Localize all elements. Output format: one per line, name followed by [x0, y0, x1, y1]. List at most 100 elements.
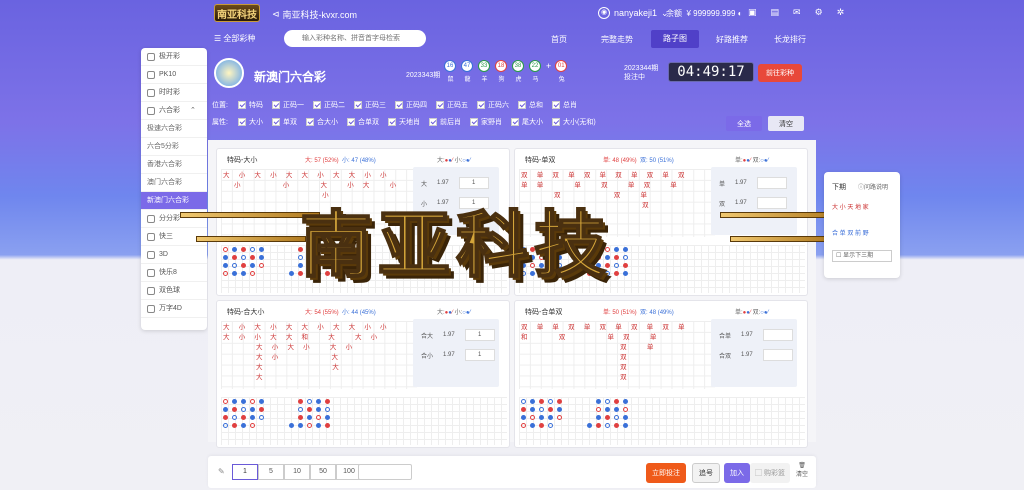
wallet-icon[interactable]: ▣ [748, 7, 757, 18]
bet-amount-input[interactable] [756, 177, 787, 189]
road-mark [521, 415, 526, 420]
clear-filter-button[interactable]: 清空 [768, 116, 804, 131]
sidebar-item-new-macau-mark6[interactable]: 新澳门六合彩 [141, 192, 207, 210]
eye-icon[interactable]: ◐ [738, 9, 743, 18]
attr-checkbox[interactable]: 合大小 [306, 117, 338, 127]
sidebar-item-hk-mark6[interactable]: 香港六合彩 [141, 156, 207, 174]
basket-button[interactable]: ▢ 购彩篮 [750, 463, 790, 483]
attr-checkbox[interactable]: 天地肖 [388, 117, 420, 127]
attr-checkbox[interactable]: 尾大小 [511, 117, 543, 127]
nav-good-road[interactable]: 好路推荐 [716, 34, 748, 45]
multiplier-option[interactable]: 50 [310, 464, 336, 480]
checkbox-icon [552, 118, 560, 126]
bet-amount-input[interactable] [762, 329, 793, 341]
bet-now-button[interactable]: 立即投注 [646, 463, 686, 483]
pos-checkbox[interactable]: 特码 [238, 100, 263, 110]
sidebar-item-ssq[interactable]: 双色球 [141, 282, 207, 300]
bet-amount-input[interactable]: 1 [464, 349, 495, 361]
result-ball: 47 龍 [461, 60, 474, 83]
pos-checkbox[interactable]: 正码五 [436, 100, 468, 110]
attr-checkbox[interactable]: 家野肖 [470, 117, 502, 127]
clock-icon [147, 88, 155, 97]
nav-trend[interactable]: 完整走势 [601, 34, 633, 45]
trash-icon: 🗑 [798, 463, 806, 469]
attr-checkbox[interactable]: 单双 [272, 117, 297, 127]
pos-checkbox[interactable]: 正码一 [272, 100, 304, 110]
road-mark [623, 407, 628, 412]
multiplier-option[interactable]: 1 [232, 464, 258, 480]
road-mark [259, 399, 264, 404]
add-button[interactable]: 加入 [724, 463, 750, 483]
attr-checkbox[interactable]: 大小(无和) [552, 117, 596, 127]
multiplier-input[interactable] [358, 464, 412, 480]
cart-icon: ▢ [755, 470, 763, 477]
nav-long-dragon[interactable]: 长龙排行 [774, 34, 806, 45]
road-mark [259, 407, 264, 412]
sidebar-item-4d[interactable]: 万字4D [141, 300, 207, 318]
sidebar-item-ssc[interactable]: 时时彩 [141, 84, 207, 102]
help-link[interactable]: ⓘ问路说明 [858, 182, 888, 191]
ball-icon [147, 286, 155, 295]
site-domain: ⊲ 南亚科技-kvxr.com [272, 9, 358, 20]
bet-amount-input[interactable] [756, 197, 787, 209]
edit-icon[interactable]: ✎ [218, 467, 225, 476]
sidebar-item-mark6-5min[interactable]: 六合5分彩 [141, 138, 207, 156]
road-mark [298, 407, 303, 412]
result-balls: 16 鼠 47 龍 33 羊 18 狗 38 虎 22 马 +01 兔 [444, 60, 568, 83]
nav-home[interactable]: 首页 [551, 34, 567, 45]
message-icon[interactable]: ✉ [793, 7, 801, 18]
sidebar-item-macau-mark6[interactable]: 澳门六合彩 [141, 174, 207, 192]
show-next3-toggle[interactable]: ☐ 显示下三期 [832, 250, 892, 262]
select-all-button[interactable]: 全选 [726, 116, 762, 131]
ball-number: 16 [444, 60, 456, 72]
attr-checkbox[interactable]: 合单双 [347, 117, 379, 127]
road-mark [614, 263, 619, 268]
checkbox-icon [429, 118, 437, 126]
checkbox-icon [238, 101, 246, 109]
pos-checkbox[interactable]: 总和 [518, 100, 543, 110]
all-games-menu[interactable]: ☰ 全部彩种 [214, 33, 255, 44]
pos-checkbox[interactable]: 正码三 [354, 100, 386, 110]
bet-box: 单 1.97 双 1.97 [711, 167, 797, 235]
attr-checkbox[interactable]: 前后肖 [429, 117, 461, 127]
clear-basket-button[interactable]: 🗑 清空 [796, 462, 808, 478]
road-mark [325, 415, 330, 420]
bet-amount-input[interactable]: 1 [464, 329, 495, 341]
pos-checkbox[interactable]: 正码四 [395, 100, 427, 110]
ball-number: 33 [478, 60, 490, 72]
road-mark [548, 415, 553, 420]
road-mark [623, 399, 628, 404]
road-mark [614, 247, 619, 252]
bet-amount-input[interactable] [762, 349, 793, 361]
multiplier-option[interactable]: 5 [258, 464, 284, 480]
road-mark [539, 415, 544, 420]
sidebar-item-jikai[interactable]: 极开彩 [141, 48, 207, 66]
settings-icon[interactable]: ✲ [837, 7, 845, 18]
sidebar-item-pk10[interactable]: PK10 [141, 66, 207, 84]
sidebar-item-kl8[interactable]: 快乐8 [141, 264, 207, 282]
user-menu[interactable]: ◉ nanyakeji1 ⌄ [598, 7, 669, 19]
panel-stats: 大: 57 (52%) 小: 47 (48%) [305, 158, 376, 164]
road-mark [548, 423, 553, 428]
plus-sign: + [546, 61, 552, 71]
sidebar-item-fast-mark6[interactable]: 极速六合彩 [141, 120, 207, 138]
sidebar-item-mark6[interactable]: 六合彩 ⌃ [141, 102, 207, 120]
pos-checkbox[interactable]: 总肖 [552, 100, 577, 110]
attr-checkbox[interactable]: 大小 [238, 117, 263, 127]
record-icon[interactable]: ▤ [771, 7, 780, 18]
chase-button[interactable]: 追号 [692, 463, 720, 483]
road-mark [241, 263, 246, 268]
go-lottery-button[interactable]: 前往彩种 [758, 64, 802, 82]
road-mark [223, 407, 228, 412]
nav-road-map[interactable]: 路子图 [651, 30, 699, 48]
road-mark [250, 399, 255, 404]
gear-icon[interactable]: ⚙ [815, 7, 823, 18]
multiplier-option[interactable]: 10 [284, 464, 310, 480]
sidebar-item-3d[interactable]: 3D [141, 246, 207, 264]
road-mark [325, 399, 330, 404]
site-logo[interactable]: 南亚科技 [214, 4, 260, 22]
pos-checkbox[interactable]: 正码二 [313, 100, 345, 110]
search-input[interactable] [284, 30, 426, 47]
pos-checkbox[interactable]: 正码六 [477, 100, 509, 110]
road-mark [623, 247, 628, 252]
